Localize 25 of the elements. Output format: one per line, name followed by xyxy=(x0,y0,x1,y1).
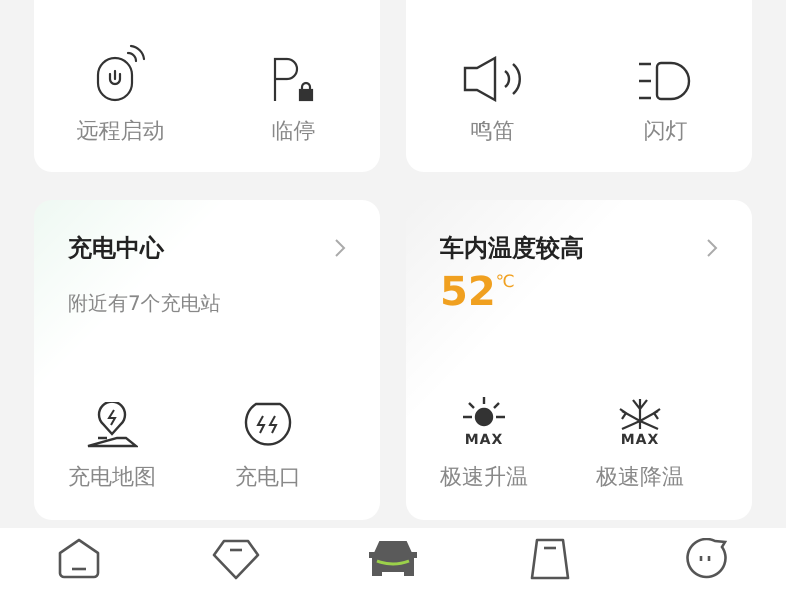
remote-key-icon xyxy=(96,44,146,102)
charging-map-icon xyxy=(86,402,138,448)
action-button[interactable]: MAX 极速降温 xyxy=(562,374,718,492)
action-button[interactable]: 临停 xyxy=(207,28,380,146)
max-label: MAX xyxy=(464,432,504,448)
bag-icon xyxy=(529,538,572,580)
parking-lock-icon xyxy=(272,56,316,102)
card-subtitle: 附近有7个充电站 xyxy=(68,290,222,317)
car-icon xyxy=(368,539,418,579)
charging-port-icon xyxy=(243,402,293,448)
diamond-icon xyxy=(212,538,260,580)
horn-icon xyxy=(462,56,522,102)
action-button[interactable]: 充电地图 xyxy=(34,374,190,492)
card-title: 车内温度较高 xyxy=(440,233,584,264)
chat-icon xyxy=(685,538,730,580)
home-icon xyxy=(56,538,101,580)
action-button[interactable]: MAX 极速升温 xyxy=(406,374,562,492)
temperature-value: 52 xyxy=(440,272,496,312)
max-label: MAX xyxy=(620,432,660,448)
action-button[interactable]: 充电口 xyxy=(190,374,346,492)
action-button[interactable]: 闪灯 xyxy=(579,28,752,146)
temperature-unit: ℃ xyxy=(496,272,515,292)
action-button[interactable]: 远程启动 xyxy=(34,28,207,146)
action-button[interactable]: 鸣笛 xyxy=(406,28,579,146)
card-title: 充电中心 xyxy=(68,233,164,264)
